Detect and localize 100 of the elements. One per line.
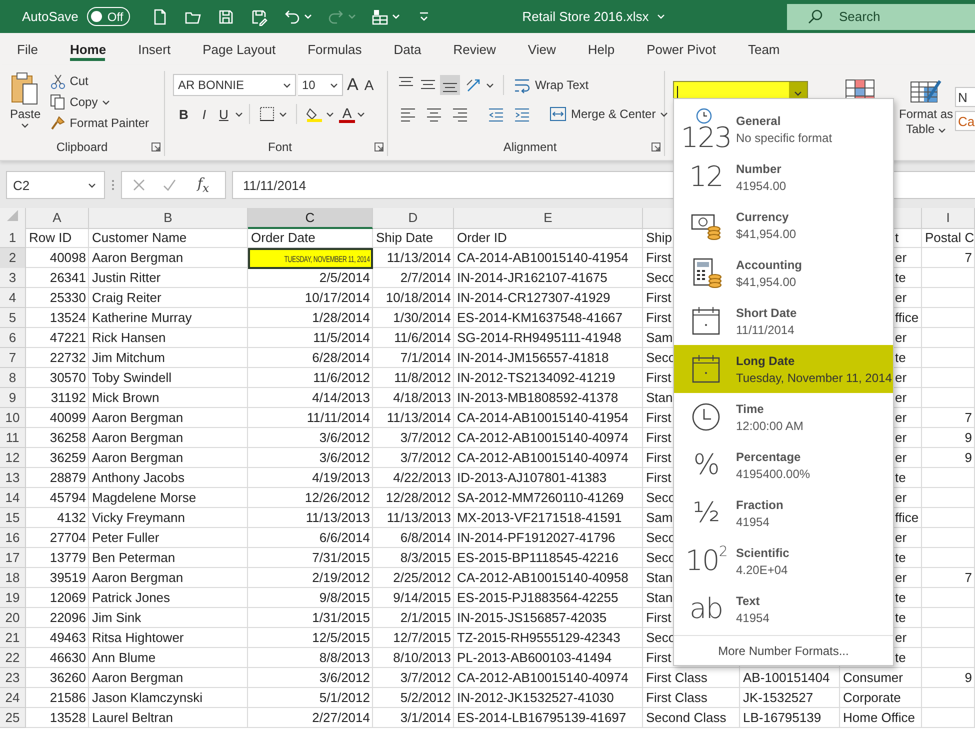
row-header[interactable]: 7 [0, 348, 26, 368]
format-option[interactable]: Accounting $41,954.00 [674, 249, 893, 297]
table-icon [371, 8, 390, 26]
ribbon-tab[interactable]: Page Layout [188, 33, 290, 65]
ribbon-tab[interactable]: File [2, 33, 52, 65]
cell-style-swatch[interactable]: Ca [955, 111, 975, 131]
handle-icon[interactable] [111, 178, 115, 192]
dialog-launcher-icon[interactable] [374, 142, 384, 152]
table-cell-text: Ritsa Hightower [91, 629, 185, 647]
format-option[interactable]: ½ Fraction 41954 [674, 489, 893, 537]
row-header[interactable]: 5 [0, 308, 26, 328]
merge-center-button[interactable]: Merge & Center [546, 103, 671, 125]
table-cell-text: Aaron Bergman [91, 669, 184, 687]
paste-button[interactable]: Paste [8, 71, 43, 138]
column-header[interactable]: C [248, 208, 373, 229]
row-header[interactable]: 9 [0, 388, 26, 408]
row-header[interactable]: 11 [0, 428, 26, 448]
table-cell-text: er [894, 389, 908, 407]
format-option[interactable]: Long Date Tuesday, November 11, 2014 [674, 345, 893, 393]
row-header[interactable]: 20 [0, 608, 26, 628]
column-header[interactable]: I [922, 208, 975, 229]
row-header[interactable]: 13 [0, 468, 26, 488]
row-header[interactable]: 25 [0, 708, 26, 728]
row-header[interactable]: 6 [0, 328, 26, 348]
italic-button[interactable]: I [196, 104, 212, 124]
row-header[interactable]: 2 [0, 248, 26, 269]
table-cell-text: 49463 [48, 629, 87, 647]
format-option[interactable]: Short Date 11/11/2014 [674, 297, 893, 345]
dialog-launcher-icon[interactable] [651, 142, 661, 152]
table-cell-text: ffice [894, 509, 920, 527]
ribbon-tab[interactable]: Help [572, 33, 629, 65]
format-option[interactable]: % Percentage 4195400.00% [674, 441, 893, 489]
format-painter-button[interactable]: Format Painter [46, 113, 152, 133]
table-cell-text: Aaron Bergman [91, 249, 184, 267]
search-field[interactable]: Search [787, 4, 975, 30]
row-header[interactable]: 15 [0, 508, 26, 528]
wrap-text-button[interactable]: Wrap Text [510, 74, 592, 96]
dialog-launcher-icon[interactable] [151, 142, 161, 152]
check-icon[interactable] [162, 178, 176, 192]
format-option[interactable]: ab Text 41954 [674, 585, 893, 633]
row-header[interactable]: 14 [0, 488, 26, 508]
font-name-field[interactable]: AR BONNIE [173, 74, 296, 96]
ribbon-tab[interactable]: Data [378, 33, 436, 65]
table-cell-text: First Class [645, 689, 708, 707]
ribbon-tab[interactable]: Formulas [292, 33, 376, 65]
insert-function-button[interactable]: f$_{x}$ [191, 176, 216, 194]
format-option[interactable]: Time 12:00:00 AM [674, 393, 893, 441]
row-header[interactable]: 22 [0, 648, 26, 668]
row-header[interactable]: 1 [0, 228, 26, 248]
row-header[interactable]: 24 [0, 688, 26, 708]
row-header[interactable]: 12 [0, 448, 26, 468]
save-edit-icon [250, 8, 268, 26]
redo-icon [327, 8, 346, 26]
cell-style-swatch[interactable]: N [955, 87, 975, 107]
table-cell-text: ffice [894, 309, 920, 327]
table-cell-text: Jim Mitchum [91, 349, 166, 367]
format-option[interactable]: Currency $41,954.00 [674, 201, 893, 249]
group-label: Alignment [503, 140, 557, 154]
table-cell-text: 11/8/2012 [393, 369, 452, 387]
table-cell-text: Sam [645, 329, 674, 347]
ribbon-tab[interactable]: Review [438, 33, 510, 65]
row-header[interactable]: 16 [0, 528, 26, 548]
row-header[interactable]: 21 [0, 628, 26, 648]
font-size-field[interactable]: 10 [298, 74, 343, 96]
row-header[interactable]: 3 [0, 268, 26, 288]
row-header[interactable]: 23 [0, 668, 26, 688]
ribbon-tab[interactable]: Insert [123, 33, 185, 65]
row-header[interactable]: 19 [0, 588, 26, 608]
row-header[interactable]: 18 [0, 568, 26, 588]
name-box[interactable]: C2 [6, 171, 105, 199]
column-header[interactable]: B [89, 208, 248, 229]
row-header[interactable]: 17 [0, 548, 26, 568]
table-cell-text: 2/5/2014 [318, 269, 371, 287]
ribbon-tab[interactable]: View [512, 33, 570, 65]
cut-button[interactable]: Cut [46, 71, 152, 91]
column-header[interactable]: D [373, 208, 454, 229]
bold-button[interactable]: B [173, 104, 194, 124]
ribbon-tab[interactable]: Team [732, 33, 794, 65]
group-label: Clipboard [56, 140, 108, 154]
format-option[interactable]: 12 Number 41954.00 [674, 153, 893, 201]
more-formats-button[interactable]: More Number Formats... [674, 635, 893, 665]
autosave-toggle[interactable]: Off [87, 7, 130, 26]
format-option[interactable]: 10$^{2}$ Scientific 4.20E+04 [674, 537, 893, 585]
row-header[interactable]: 10 [0, 408, 26, 428]
shrink-font-button[interactable]: A [362, 77, 376, 93]
grow-font-button[interactable]: A [345, 75, 360, 95]
row-header[interactable]: 8 [0, 368, 26, 388]
column-header[interactable]: A [26, 208, 89, 229]
column-header[interactable]: E [454, 208, 643, 229]
bottom-align-button[interactable] [440, 75, 460, 95]
caret-icon [235, 112, 244, 116]
copy-button[interactable]: Copy [46, 92, 152, 112]
table-brush-icon [910, 79, 942, 105]
row-header[interactable]: 4 [0, 288, 26, 308]
table-cell-text: 11/13/2014 [386, 409, 452, 427]
font-color-button[interactable]: A [339, 106, 355, 122]
ribbon-tab[interactable]: Power Pivot [632, 33, 730, 65]
caret-icon [794, 91, 802, 96]
format-as-table-button[interactable]: Format as Table [897, 79, 955, 137]
underline-button[interactable]: U [214, 104, 234, 124]
